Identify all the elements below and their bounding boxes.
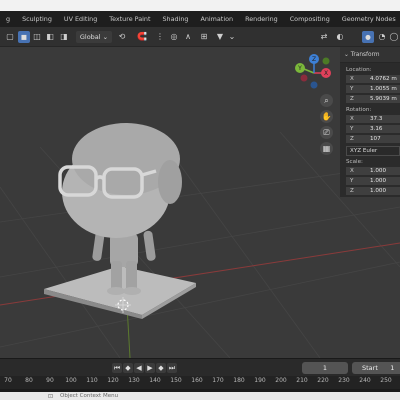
workspace-tab[interactable]: Compositing <box>284 11 336 27</box>
ruler-tick-label: 200 <box>275 377 287 384</box>
figure-right-foot <box>123 287 141 295</box>
ruler-tick-label: 160 <box>191 377 203 384</box>
status-text: Object Context Menu <box>60 393 119 399</box>
shading-material-icon[interactable]: ◔ <box>376 31 388 43</box>
ruler-tick-label: 70 <box>4 377 12 384</box>
gizmo-x-label: X <box>324 70 328 77</box>
falloff-icon[interactable]: ∧ <box>182 31 194 43</box>
ruler-tick-label: 130 <box>128 377 140 384</box>
figure-right-arm <box>143 230 156 261</box>
start-label: Start <box>362 364 378 372</box>
shading-solid-button[interactable]: ● <box>362 31 374 43</box>
ruler-tick-label: 90 <box>46 377 54 384</box>
select-box-icon[interactable]: ▢ <box>4 31 16 43</box>
start-value: 1 <box>390 364 395 372</box>
rotation-label: Rotation: <box>346 107 372 113</box>
shading-rendered-icon[interactable]: ◯ <box>388 31 400 43</box>
location-x-field[interactable]: X 4.0762 m <box>346 75 400 84</box>
mouse-icon: ⊡ <box>48 393 54 400</box>
location-label: Location: <box>346 67 372 73</box>
figure-right-leg <box>126 261 137 291</box>
jump-end-icon[interactable]: ⏭ <box>167 363 177 373</box>
workspace-tab[interactable]: UV Editing <box>58 11 103 27</box>
transform-panel-header[interactable]: ⌄ Transform <box>340 47 400 63</box>
scale-z-field[interactable]: Z 1.000 <box>346 187 400 196</box>
proportional-edit-icon[interactable]: ◎ <box>168 31 180 43</box>
scale-y-field[interactable]: Y 1.000 <box>346 177 400 186</box>
ruler-tick-label: 80 <box>25 377 33 384</box>
orientation-label: Global <box>79 33 101 41</box>
select-mode-extend-icon[interactable]: ◫ <box>31 31 43 43</box>
select-mode-invert-icon[interactable]: ◨ <box>58 31 70 43</box>
perspective-toggle-icon[interactable]: ▦ <box>320 142 333 155</box>
show-gizmo-icon[interactable]: ⊞ <box>198 31 210 43</box>
ruler-tick-label: 100 <box>65 377 77 384</box>
viewport-header: ▢ ■ ◫ ◧ ◨ Global ⌄ ⟲ 🧲 ⋮ ◎ ∧ ⊞ ▼ ⌄ ⇄ ◐ ●… <box>0 27 400 47</box>
workspace-tab[interactable]: Texture Paint <box>103 11 156 27</box>
sidebar-transform-panel: ⌄ Transform Location: X 4.0762 m Y 1.0055 … <box>340 47 400 197</box>
ruler-tick-label: 190 <box>254 377 266 384</box>
next-keyframe-icon[interactable]: ◆ <box>156 363 166 373</box>
prev-keyframe-icon[interactable]: ◆ <box>123 363 133 373</box>
workspace-tab[interactable]: Animation <box>194 11 239 27</box>
rotation-z-field[interactable]: Z 107 <box>346 135 400 144</box>
figure-hair-back <box>158 160 182 204</box>
snap-settings-icon[interactable]: ⋮ <box>154 31 166 43</box>
transform-title: Transform <box>350 52 380 58</box>
timeline-ruler[interactable]: 70 80 90 100 110 120 130 140 150 160 170 180 190 200 2… <box>0 376 400 389</box>
view-object-types-icon[interactable]: ⇄ <box>318 31 330 43</box>
jump-start-icon[interactable]: ⏮ <box>112 363 122 373</box>
ruler-tick-label: 230 <box>338 377 350 384</box>
rotation-mode-dropdown[interactable]: XYZ Euler <box>346 146 400 156</box>
gizmo-z-label: Z <box>312 56 316 63</box>
ruler-tick-label: 180 <box>233 377 245 384</box>
ruler-tick-label: 240 <box>359 377 371 384</box>
select-mode-new-button[interactable]: ■ <box>18 31 30 43</box>
workspace-tab[interactable]: g <box>0 11 16 27</box>
ruler-tick-label: 210 <box>296 377 308 384</box>
rotation-y-field[interactable]: Y 3.16 <box>346 125 400 134</box>
snap-icon[interactable]: 🧲 <box>136 31 148 43</box>
transform-orientation-dropdown[interactable]: Global ⌄ <box>76 31 112 43</box>
filter-icon[interactable]: ▼ <box>214 31 226 43</box>
rotation-x-field[interactable]: X 37.3 <box>346 115 400 124</box>
ruler-tick-label: 120 <box>107 377 119 384</box>
location-z-field[interactable]: Z 5.9039 m <box>346 95 400 104</box>
workspace-tabs: g Sculpting UV Editing Texture Paint Shading… <box>0 11 400 27</box>
filter-dropdown-icon[interactable]: ⌄ <box>226 31 238 43</box>
ruler-tick-label: 110 <box>86 377 98 384</box>
scale-label: Scale: <box>346 159 363 165</box>
ruler-tick-label: 170 <box>212 377 224 384</box>
timeline-header: ⏮ ◆ ◀ ▶ ◆ ⏭ 1 Start 1 <box>0 358 400 376</box>
overlays-icon[interactable]: ◐ <box>334 31 346 43</box>
select-mode-subtract-icon[interactable]: ◧ <box>44 31 56 43</box>
status-bar: ⊡ Object Context Menu <box>0 392 400 400</box>
ruler-tick-label: 150 <box>170 377 182 384</box>
zoom-icon[interactable]: ⌕ <box>320 94 333 107</box>
workspace-tab[interactable]: Shading <box>157 11 195 27</box>
window-top-strip <box>0 0 400 11</box>
scale-x-field[interactable]: X 1.000 <box>346 167 400 176</box>
workspace-tab[interactable]: Geometry Nodes <box>336 11 400 27</box>
gizmo-y-label: Y <box>297 65 302 72</box>
location-y-field[interactable]: Y 1.0055 m <box>346 85 400 94</box>
ruler-tick-label: 140 <box>149 377 161 384</box>
workspace-tab[interactable]: Sculpting <box>16 11 58 27</box>
workspace-tab[interactable]: Rendering <box>239 11 284 27</box>
pivot-point-icon[interactable]: ⟲ <box>116 31 128 43</box>
figure-left-foot <box>107 287 125 295</box>
start-frame-field[interactable]: Start 1 <box>352 362 400 374</box>
figure-left-leg <box>111 261 122 291</box>
current-frame-field[interactable]: 1 <box>302 362 348 374</box>
play-reverse-icon[interactable]: ◀ <box>134 363 144 373</box>
camera-view-icon[interactable]: ⎚ <box>320 126 333 139</box>
play-icon[interactable]: ▶ <box>145 363 155 373</box>
pan-hand-icon[interactable]: ✋ <box>320 110 333 123</box>
ruler-tick-label: 220 <box>317 377 329 384</box>
ruler-tick-label: 250 <box>380 377 392 384</box>
navigation-gizmo[interactable]: X Y Z <box>295 54 331 89</box>
